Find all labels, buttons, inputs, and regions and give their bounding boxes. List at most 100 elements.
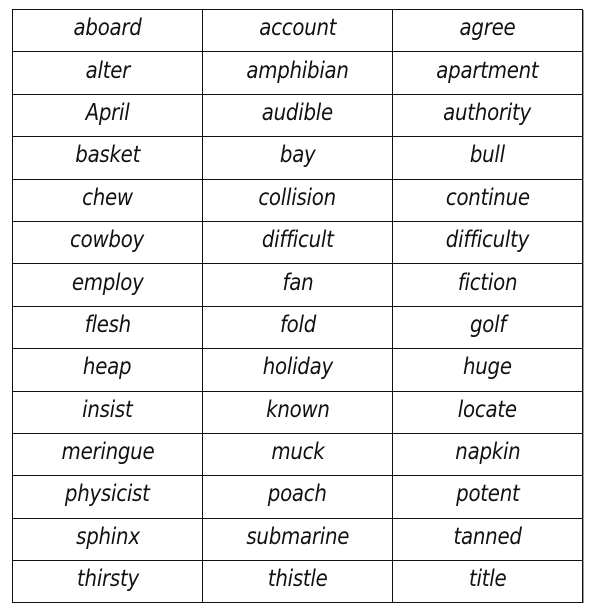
word-cell: account bbox=[202, 8, 393, 53]
word-cell: chew bbox=[12, 178, 203, 222]
word-text: golf bbox=[469, 311, 506, 338]
word-text: alter bbox=[85, 57, 130, 84]
word-text: fiction bbox=[457, 269, 518, 296]
word-cell: authority bbox=[392, 93, 583, 138]
word-cell: bay bbox=[202, 136, 393, 180]
word-text: aboard bbox=[73, 15, 142, 42]
word-text: physicist bbox=[65, 481, 150, 508]
word-text: napkin bbox=[454, 439, 521, 466]
word-cell: thirsty bbox=[12, 560, 203, 603]
word-cell: title bbox=[392, 560, 583, 603]
word-cell: napkin bbox=[392, 432, 583, 477]
word-text: apartment bbox=[436, 57, 539, 84]
word-cell: thistle bbox=[202, 560, 393, 603]
table-row: meringue muck napkin bbox=[12, 432, 583, 477]
word-text: continue bbox=[445, 184, 530, 211]
word-text: bay bbox=[279, 142, 316, 169]
table-row: heap holiday huge bbox=[12, 348, 583, 392]
word-cell: meringue bbox=[12, 432, 203, 477]
word-cell: locate bbox=[392, 390, 583, 434]
word-text: potent bbox=[455, 481, 520, 508]
word-cell: apartment bbox=[392, 51, 583, 95]
word-text: fold bbox=[279, 311, 316, 338]
word-cell: April bbox=[12, 93, 203, 138]
word-cell: huge bbox=[392, 348, 583, 392]
word-cell: employ bbox=[12, 263, 203, 307]
table-row: employ fan fiction bbox=[12, 263, 583, 307]
word-cell: physicist bbox=[12, 475, 203, 519]
word-text: authority bbox=[443, 99, 532, 126]
word-text: tanned bbox=[453, 523, 522, 550]
word-cell: holiday bbox=[202, 348, 393, 392]
word-cell: collision bbox=[202, 178, 393, 222]
word-text: sphinx bbox=[75, 523, 140, 550]
word-text: huge bbox=[463, 354, 512, 381]
table-row: flesh fold golf bbox=[12, 305, 583, 350]
word-text: heap bbox=[83, 354, 132, 381]
word-text: insist bbox=[82, 396, 133, 423]
word-text: title bbox=[468, 566, 507, 593]
table-row: aboard account agree bbox=[12, 8, 583, 53]
word-table-body: aboard account agree alter amphibian apartmen… bbox=[12, 8, 583, 603]
word-text: account bbox=[259, 15, 336, 42]
word-text: muck bbox=[270, 439, 325, 466]
word-cell: fold bbox=[202, 305, 393, 350]
word-text: basket bbox=[75, 142, 140, 169]
word-cell: insist bbox=[12, 390, 203, 434]
table-row: basket bay bull bbox=[12, 136, 583, 180]
word-cell: continue bbox=[392, 178, 583, 222]
word-text: chew bbox=[82, 184, 133, 211]
word-cell: sphinx bbox=[12, 517, 203, 562]
word-cell: tanned bbox=[392, 517, 583, 562]
word-cell: fan bbox=[202, 263, 393, 307]
word-cell: fiction bbox=[392, 263, 583, 307]
word-text: meringue bbox=[61, 439, 154, 466]
table-row: insist known locate bbox=[12, 390, 583, 434]
word-cell: basket bbox=[12, 136, 203, 180]
word-text: agree bbox=[459, 15, 516, 42]
word-cell: heap bbox=[12, 348, 203, 392]
word-cell: difficulty bbox=[392, 220, 583, 265]
word-text: poach bbox=[268, 481, 327, 508]
word-text: employ bbox=[71, 269, 144, 296]
table-row: physicist poach potent bbox=[12, 475, 583, 519]
word-cell: cowboy bbox=[12, 220, 203, 265]
word-cell: potent bbox=[392, 475, 583, 519]
word-text: collision bbox=[258, 184, 337, 211]
word-cell: agree bbox=[392, 8, 583, 53]
word-text: flesh bbox=[84, 311, 131, 338]
table-row: thirsty thistle title bbox=[12, 560, 583, 603]
word-text: bull bbox=[469, 142, 506, 169]
table-row: chew collision continue bbox=[12, 178, 583, 222]
word-text: difficult bbox=[261, 227, 334, 254]
word-cell: alter bbox=[12, 51, 203, 95]
word-cell: muck bbox=[202, 432, 393, 477]
word-text: thirsty bbox=[76, 566, 139, 593]
word-cell: flesh bbox=[12, 305, 203, 350]
word-cell: audible bbox=[202, 93, 393, 138]
word-cell: bull bbox=[392, 136, 583, 180]
table-row: cowboy difficult difficulty bbox=[12, 220, 583, 265]
word-cell: submarine bbox=[202, 517, 393, 562]
table-row: sphinx submarine tanned bbox=[12, 517, 583, 562]
word-text: amphibian bbox=[246, 57, 349, 84]
word-text: audible bbox=[261, 99, 334, 126]
word-cell: aboard bbox=[12, 8, 203, 53]
table-row: alter amphibian apartment bbox=[12, 51, 583, 95]
word-text: known bbox=[265, 396, 330, 423]
word-cell: poach bbox=[202, 475, 393, 519]
table-row: April audible authority bbox=[12, 93, 583, 138]
word-text: holiday bbox=[262, 354, 333, 381]
word-cell: amphibian bbox=[202, 51, 393, 95]
word-text: submarine bbox=[246, 523, 349, 550]
word-cell: golf bbox=[392, 305, 583, 350]
word-text: April bbox=[85, 99, 130, 126]
word-text: fan bbox=[282, 269, 313, 296]
spelling-word-table: aboard account agree alter amphibian apartmen… bbox=[12, 8, 583, 603]
word-text: cowboy bbox=[70, 227, 145, 254]
word-text: locate bbox=[458, 396, 517, 423]
word-text: thistle bbox=[267, 566, 328, 593]
word-cell: known bbox=[202, 390, 393, 434]
word-cell: difficult bbox=[202, 220, 393, 265]
word-text: difficulty bbox=[445, 227, 530, 254]
